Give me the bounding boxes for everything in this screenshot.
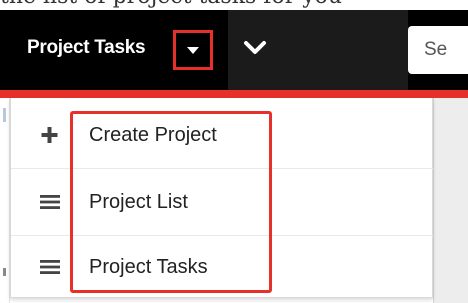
- search-input[interactable]: Se: [408, 26, 468, 74]
- menu-item-label: Project Tasks: [89, 256, 208, 278]
- top-navbar: Project Tasks Se: [0, 10, 468, 90]
- caret-down-icon: [187, 47, 199, 54]
- page-text-fragment: the list of project tasks for you: [0, 0, 468, 10]
- module-dropdown-menu: Create Project Project List Project Task…: [10, 98, 433, 298]
- edge-mark: [3, 268, 6, 276]
- hamburger-icon: [40, 260, 60, 274]
- module-title[interactable]: Project Tasks: [27, 37, 146, 59]
- navbar-accent-bar: [0, 90, 468, 98]
- module-menu-toggle[interactable]: [173, 30, 213, 70]
- menu-item-label: Create Project: [89, 124, 217, 146]
- plus-icon: [41, 127, 58, 143]
- background-panel: [433, 98, 468, 303]
- menu-item-label: Project List: [89, 191, 188, 213]
- menu-item-project-list[interactable]: Project List: [11, 169, 433, 235]
- hamburger-icon: [40, 195, 60, 209]
- search-placeholder: Se: [424, 39, 448, 60]
- menu-item-create-project[interactable]: Create Project: [11, 102, 433, 168]
- chevron-down-icon[interactable]: [241, 34, 269, 62]
- edge-mark: [3, 108, 6, 122]
- left-page-edge: [0, 98, 10, 303]
- menu-item-project-tasks[interactable]: Project Tasks: [11, 234, 433, 300]
